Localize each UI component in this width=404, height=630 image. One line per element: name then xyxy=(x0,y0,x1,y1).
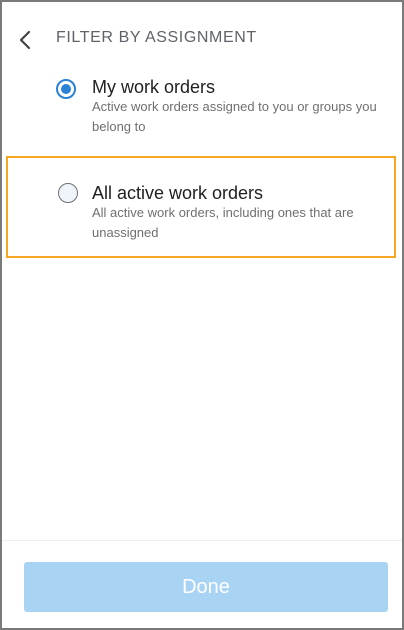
option-description: All active work orders, including ones t… xyxy=(92,205,354,240)
done-button[interactable]: Done xyxy=(24,562,388,612)
footer: Done xyxy=(2,540,402,628)
option-all-active-work-orders[interactable]: All active work orders All active work o… xyxy=(6,156,396,258)
back-button[interactable] xyxy=(12,24,40,56)
option-description: Active work orders assigned to you or gr… xyxy=(92,99,377,134)
option-my-work-orders[interactable]: My work orders Active work orders assign… xyxy=(2,74,402,156)
chevron-left-icon xyxy=(19,30,31,50)
option-title: My work orders xyxy=(92,77,216,97)
header: FILTER BY ASSIGNMENT xyxy=(2,2,402,74)
filter-screen: FILTER BY ASSIGNMENT My work orders Acti… xyxy=(0,0,404,630)
radio-unselected[interactable] xyxy=(58,183,78,203)
radio-selected[interactable] xyxy=(56,79,76,99)
page-title: FILTER BY ASSIGNMENT xyxy=(56,29,257,46)
option-title: All active work orders xyxy=(92,183,264,203)
